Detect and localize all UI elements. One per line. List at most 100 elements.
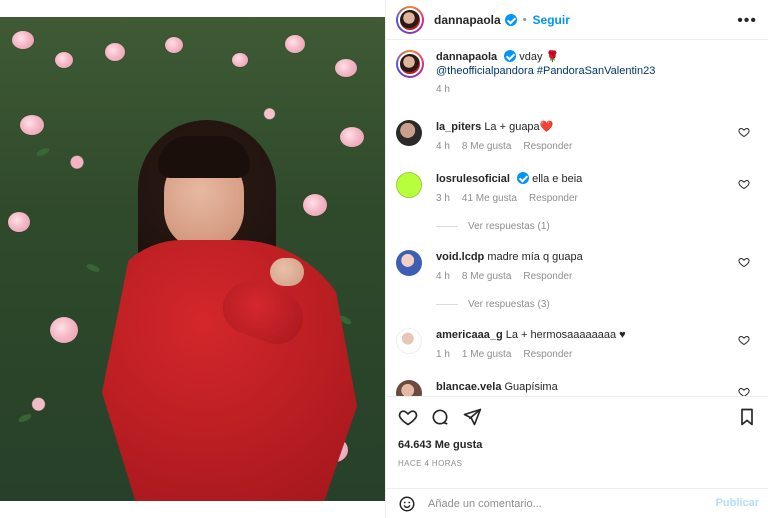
bookmark-icon[interactable] <box>737 407 757 427</box>
comment-item: losrulesoficial ella e beia 3 h 41 Me gu… <box>396 172 756 204</box>
post-media[interactable] <box>0 0 385 518</box>
replies-line <box>436 304 458 305</box>
verified-badge-icon <box>504 13 517 26</box>
comment-time: 4 h <box>436 141 450 152</box>
reply-button[interactable]: Responder <box>523 271 572 282</box>
likes-count[interactable]: 64.643 Me gusta <box>398 439 482 451</box>
rose-decoration <box>20 115 44 135</box>
author-avatar[interactable] <box>396 5 424 34</box>
view-replies-button[interactable]: Ver respuestas (1) <box>436 221 550 232</box>
verified-badge-icon <box>504 50 517 62</box>
comment-username[interactable]: americaaa_g <box>436 329 503 341</box>
avatar-image <box>398 7 422 32</box>
leaf-decoration <box>35 146 51 158</box>
comment-body: la_piters La + guapa❤️ <box>436 120 756 134</box>
caption-message: vday 🌹 <box>519 51 560 63</box>
comment-item: la_piters La + guapa❤️ 4 h 8 Me gusta Re… <box>396 120 756 152</box>
caption-row: dannapaola vday 🌹 @theofficialpandora #P… <box>396 50 756 78</box>
verified-badge-icon <box>517 172 530 184</box>
share-icon[interactable] <box>462 407 482 427</box>
comment-time: 1 h <box>436 349 450 360</box>
comment-avatar[interactable] <box>396 380 422 396</box>
caption-avatar[interactable] <box>396 50 424 78</box>
comment-likes[interactable]: 1 Me gusta <box>462 349 511 360</box>
comment-composer: Publicar <box>386 488 768 518</box>
comment-username[interactable]: la_piters <box>436 121 481 133</box>
post-caption: dannapaola vday 🌹 @theofficialpandora #P… <box>396 50 756 95</box>
model-figure <box>102 112 357 501</box>
caption-mentions[interactable]: @theofficialpandora #PandoraSanValentin2… <box>436 65 655 77</box>
rose-decoration <box>335 59 357 77</box>
follow-button[interactable]: Seguir <box>533 13 570 27</box>
heart-outline-icon[interactable] <box>738 178 750 190</box>
view-replies-label[interactable]: Ver respuestas (1) <box>468 221 550 232</box>
comment-meta: 3 h 41 Me gusta Responder <box>436 193 756 204</box>
comment-meta: 4 h 8 Me gusta Responder <box>436 141 756 152</box>
rose-decoration <box>8 212 30 232</box>
comment-text: Guapísima <box>504 381 558 393</box>
comment-time: 3 h <box>436 193 450 204</box>
comment-item: americaaa_g La + hermosaaaaaaaa ♥ 1 h 1 … <box>396 328 756 360</box>
comment-body: void.lcdp madre mía q guapa <box>436 250 756 264</box>
leaf-decoration <box>17 412 33 424</box>
more-options-icon[interactable]: ••• <box>737 12 757 30</box>
hand-shape <box>270 258 304 286</box>
comment-meta: 1 h 1 Me gusta Responder <box>436 349 756 360</box>
comment-likes[interactable]: 8 Me gusta <box>462 141 511 152</box>
post-sidebar: dannapaola • Seguir ••• dannapaola vday … <box>385 0 768 518</box>
post-header: dannapaola • Seguir ••• <box>386 0 768 40</box>
rose-decoration <box>55 52 73 68</box>
comment-avatar[interactable] <box>396 172 422 198</box>
heart-outline-icon[interactable] <box>738 256 750 268</box>
post-timestamp[interactable]: HACE 4 HORAS <box>398 459 462 468</box>
author-username[interactable]: dannapaola <box>434 13 501 27</box>
comment-avatar[interactable] <box>396 250 422 276</box>
comment-avatar[interactable] <box>396 120 422 146</box>
action-icons <box>398 407 482 427</box>
separator-dot: • <box>522 13 527 26</box>
emoji-icon[interactable] <box>398 495 416 513</box>
avatar-image <box>398 52 422 76</box>
reply-button[interactable]: Responder <box>523 141 572 152</box>
heart-outline-icon[interactable] <box>738 386 750 396</box>
reply-button[interactable]: Responder <box>523 349 572 360</box>
view-replies-button[interactable]: Ver respuestas (3) <box>436 299 550 310</box>
comment-avatar[interactable] <box>396 328 422 354</box>
comment-likes[interactable]: 41 Me gusta <box>462 193 517 204</box>
comment-time: 4 h <box>436 271 450 282</box>
post-actions: 64.643 Me gusta HACE 4 HORAS <box>386 396 768 488</box>
comment-username[interactable]: losrulesoficial <box>436 173 510 185</box>
comment-body: losrulesoficial ella e beia <box>436 172 756 186</box>
rose-decoration <box>232 53 248 67</box>
comment-text: madre mía q guapa <box>487 251 583 263</box>
rose-decoration <box>12 31 34 49</box>
comment-text: La + hermosaaaaaaaa ♥ <box>505 329 626 341</box>
comment-body: americaaa_g La + hermosaaaaaaaa ♥ <box>436 328 756 342</box>
comment-input[interactable] <box>428 497 688 510</box>
rose-decoration <box>165 37 183 53</box>
comment-icon[interactable] <box>430 407 450 427</box>
comment-text: ella e beia <box>532 173 583 185</box>
comment-likes[interactable]: 8 Me gusta <box>462 271 511 282</box>
comments-panel[interactable]: dannapaola vday 🌹 @theofficialpandora #P… <box>386 40 768 396</box>
rose-decoration <box>285 35 305 53</box>
heart-outline-icon[interactable] <box>738 334 750 346</box>
reply-button[interactable]: Responder <box>529 193 578 204</box>
comment-item: blancae.vela Guapísima <box>396 380 756 396</box>
comment-username[interactable]: void.lcdp <box>436 251 484 263</box>
heart-outline-icon[interactable] <box>738 126 750 138</box>
caption-username[interactable]: dannapaola <box>436 51 497 63</box>
caption-time: 4 h <box>436 84 450 95</box>
red-suit-shape <box>102 240 357 501</box>
post-photo[interactable] <box>0 17 385 501</box>
comment-text: La + guapa❤️ <box>484 121 554 133</box>
replies-line <box>436 226 458 227</box>
comment-meta: 4 h 8 Me gusta Responder <box>436 271 756 282</box>
leaf-decoration <box>85 262 101 274</box>
comment-item: void.lcdp madre mía q guapa 4 h 8 Me gus… <box>396 250 756 282</box>
comment-username[interactable]: blancae.vela <box>436 381 501 393</box>
publish-button[interactable]: Publicar <box>716 497 759 509</box>
like-icon[interactable] <box>398 407 418 427</box>
view-replies-label[interactable]: Ver respuestas (3) <box>468 299 550 310</box>
caption-text: dannapaola vday 🌹 @theofficialpandora #P… <box>436 50 655 78</box>
